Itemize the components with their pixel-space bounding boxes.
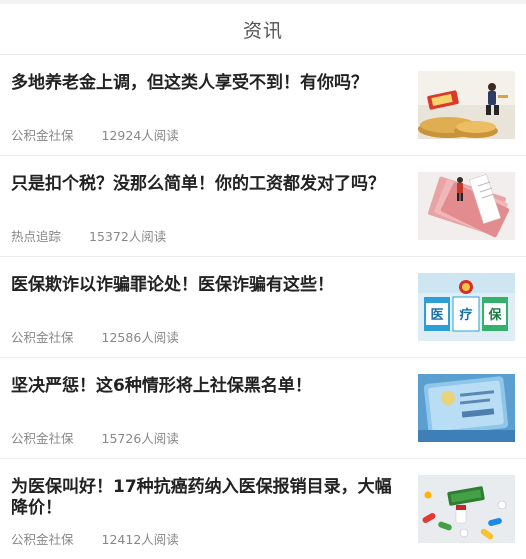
- thumb-text: 疗: [459, 307, 472, 323]
- thumb-text: 保: [487, 307, 502, 323]
- article-title[interactable]: 多地养老金上调，但这类人享受不到！有你吗？: [11, 73, 406, 94]
- article-meta: 公积金社保 15726人阅读: [11, 428, 179, 447]
- article-meta: 公积金社保 12586人阅读: [11, 327, 179, 346]
- page-header: 资讯: [0, 4, 526, 55]
- article-title[interactable]: 只是扣个税？没那么简单！你的工资都发对了吗？: [11, 174, 406, 195]
- article-category: 公积金社保: [11, 431, 74, 446]
- page-title: 资讯: [242, 19, 283, 42]
- article-meta: 公积金社保 12924人阅读: [11, 125, 179, 144]
- thumb-text: 医: [430, 308, 443, 323]
- article-category: 热点追踪: [11, 229, 62, 244]
- article-item[interactable]: 医保欺诈以诈骗罪论处！医保诈骗有这些！ 公积金社保 12586人阅读 医 疗 保: [0, 257, 526, 358]
- article-title[interactable]: 坚决严惩！这6种情形将上社保黑名单！: [11, 376, 406, 397]
- article-read-count: 15372人阅读: [89, 229, 167, 244]
- medical-insurance-image[interactable]: 医 疗 保: [418, 273, 515, 341]
- article-list: 多地养老金上调，但这类人享受不到！有你吗？ 公积金社保 12924人阅读 只是扣…: [0, 55, 526, 559]
- article-read-count: 12412人阅读: [101, 532, 179, 547]
- article-read-count: 12586人阅读: [101, 330, 179, 345]
- anticancer-pills-image[interactable]: [418, 475, 515, 543]
- article-category: 公积金社保: [11, 330, 74, 345]
- article-title[interactable]: 医保欺诈以诈骗罪论处！医保诈骗有这些！: [11, 275, 406, 296]
- article-title[interactable]: 为医保叫好！17种抗癌药纳入医保报销目录，大幅降价！: [11, 477, 406, 519]
- pension-coins-image[interactable]: [418, 71, 515, 139]
- article-category: 公积金社保: [11, 532, 74, 547]
- salary-banknotes-image[interactable]: [418, 172, 515, 240]
- article-category: 公积金社保: [11, 128, 74, 143]
- article-item[interactable]: 为医保叫好！17种抗癌药纳入医保报销目录，大幅降价！ 公积金社保 12412人阅…: [0, 459, 526, 559]
- article-read-count: 15726人阅读: [101, 431, 179, 446]
- article-read-count: 12924人阅读: [101, 128, 179, 143]
- article-meta: 公积金社保 12412人阅读: [11, 529, 179, 548]
- article-meta: 热点追踪 15372人阅读: [11, 226, 166, 245]
- article-item[interactable]: 只是扣个税？没那么简单！你的工资都发对了吗？ 热点追踪 15372人阅读: [0, 156, 526, 257]
- article-item[interactable]: 多地养老金上调，但这类人享受不到！有你吗？ 公积金社保 12924人阅读: [0, 55, 526, 156]
- article-item[interactable]: 坚决严惩！这6种情形将上社保黑名单！ 公积金社保 15726人阅读: [0, 358, 526, 459]
- social-security-card-image[interactable]: [418, 374, 515, 442]
